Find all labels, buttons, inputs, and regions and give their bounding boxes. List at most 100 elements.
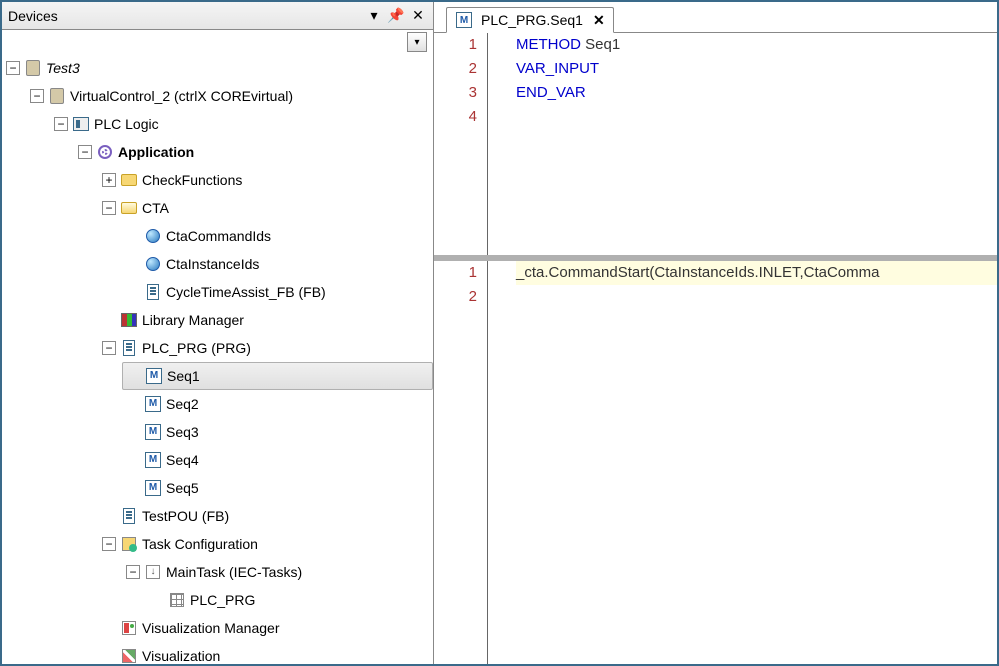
- panel-header: Devices ▾ 📌 ✕: [2, 2, 433, 30]
- tree-item[interactable]: − MainTask (IEC-Tasks): [122, 558, 433, 586]
- tree-item-label: CTA: [142, 194, 169, 222]
- gear-icon: [96, 143, 114, 161]
- tree-item[interactable]: − CTA: [98, 194, 433, 222]
- expander-icon[interactable]: −: [54, 117, 68, 131]
- tree-item[interactable]: − VirtualControl_2 (ctrlX COREvirtual): [26, 82, 433, 110]
- expander-icon: [126, 481, 140, 495]
- tree-item[interactable]: Library Manager: [98, 306, 433, 334]
- tree-item-label: PLC Logic: [94, 110, 159, 138]
- tree-item[interactable]: CtaCommandIds: [122, 222, 433, 250]
- tree-item[interactable]: CtaInstanceIds: [122, 250, 433, 278]
- tree-item[interactable]: − PLC_PRG (PRG): [98, 334, 433, 362]
- editor-declaration[interactable]: 1234 METHOD Seq1VAR_INPUTEND_VAR: [434, 33, 997, 261]
- tree-item[interactable]: Visualization: [98, 642, 433, 664]
- tree-item-label: Visualization Manager: [142, 614, 280, 642]
- doc-icon: [120, 339, 138, 357]
- tree-item[interactable]: MSeq4: [122, 446, 433, 474]
- panel-dropdown-icon[interactable]: ▾: [365, 7, 383, 25]
- tree-item-label: Seq1: [167, 362, 200, 390]
- globe-icon: [144, 255, 162, 273]
- plc-icon: [72, 115, 90, 133]
- gutter-top: 1234: [434, 33, 488, 255]
- taskitem-icon: [144, 563, 162, 581]
- tree-item-label: Task Configuration: [142, 530, 258, 558]
- doc-icon: [120, 507, 138, 525]
- expander-icon[interactable]: −: [102, 537, 116, 551]
- tree-topbar: ▾: [2, 30, 433, 54]
- globe-icon: [144, 227, 162, 245]
- devices-panel: Devices ▾ 📌 ✕ ▾ −Test3−VirtualControl_2 …: [2, 2, 434, 664]
- tree-item[interactable]: MSeq1: [122, 362, 433, 390]
- tree-item-label: PLC_PRG (PRG): [142, 334, 251, 362]
- tree-item[interactable]: CycleTimeAssist_FB (FB): [122, 278, 433, 306]
- tab-bar: M PLC_PRG.Seq1 ✕: [434, 2, 997, 32]
- task-icon: [120, 535, 138, 553]
- folder-icon: [120, 171, 138, 189]
- tree-item[interactable]: + CheckFunctions: [98, 166, 433, 194]
- expander-icon: [126, 397, 140, 411]
- tree-item[interactable]: − Test3: [2, 54, 433, 82]
- method-icon: M: [455, 11, 473, 29]
- tree-area: ▾ −Test3−VirtualControl_2 (ctrlX COREvir…: [2, 30, 433, 664]
- books-icon: [120, 311, 138, 329]
- tree-item[interactable]: MSeq3: [122, 418, 433, 446]
- panel-pin-icon[interactable]: 📌: [387, 7, 405, 25]
- tree-item[interactable]: − Task Configuration: [98, 530, 433, 558]
- device-icon: [48, 87, 66, 105]
- expander-icon[interactable]: −: [30, 89, 44, 103]
- expander-icon[interactable]: −: [102, 341, 116, 355]
- editor-pane: 1234 METHOD Seq1VAR_INPUTEND_VAR 12 _cta…: [434, 32, 997, 664]
- editor-body[interactable]: 12 _cta.CommandStart(CtaInstanceIds.INLE…: [434, 261, 997, 664]
- tree-item-label: Seq5: [166, 474, 199, 502]
- m-icon: M: [144, 479, 162, 497]
- device-icon: [24, 59, 42, 77]
- expander-icon: [102, 621, 116, 635]
- tree-item-label: CheckFunctions: [142, 166, 242, 194]
- grid-icon: [168, 591, 186, 609]
- tree-item-label: PLC_PRG: [190, 586, 255, 614]
- tab-close-icon[interactable]: ✕: [593, 12, 605, 29]
- tree-item[interactable]: TestPOU (FB): [98, 502, 433, 530]
- code-top[interactable]: METHOD Seq1VAR_INPUTEND_VAR: [488, 33, 997, 255]
- expander-icon[interactable]: −: [102, 201, 116, 215]
- tab-label: PLC_PRG.Seq1: [481, 12, 583, 28]
- tree-item[interactable]: − Application: [74, 138, 433, 166]
- tree-item-label: Seq3: [166, 418, 199, 446]
- tree-item[interactable]: PLC_PRG: [146, 586, 433, 614]
- tree-item-label: VirtualControl_2 (ctrlX COREvirtual): [70, 82, 293, 110]
- vism-icon: [120, 619, 138, 637]
- expander-icon: [102, 313, 116, 327]
- expander-icon[interactable]: −: [6, 61, 20, 75]
- panel-title: Devices: [8, 8, 361, 24]
- tree-item-label: Visualization: [142, 642, 220, 664]
- m-icon: M: [144, 423, 162, 441]
- tree-item[interactable]: − PLC Logic: [50, 110, 433, 138]
- device-tree[interactable]: −Test3−VirtualControl_2 (ctrlX COREvirtu…: [2, 54, 433, 664]
- doc-icon: [144, 283, 162, 301]
- tree-combo-button[interactable]: ▾: [407, 32, 427, 52]
- tree-item-label: Application: [118, 138, 194, 166]
- editor-panel: M PLC_PRG.Seq1 ✕ 1234 METHOD Seq1VAR_INP…: [434, 2, 997, 664]
- tree-item[interactable]: MSeq2: [122, 390, 433, 418]
- tree-item-label: TestPOU (FB): [142, 502, 229, 530]
- expander-icon: [150, 593, 164, 607]
- expander-icon: [102, 649, 116, 663]
- expander-icon: [102, 509, 116, 523]
- tree-item-label: CycleTimeAssist_FB (FB): [166, 278, 326, 306]
- tree-item-label: MainTask (IEC-Tasks): [166, 558, 302, 586]
- expander-icon[interactable]: −: [78, 145, 92, 159]
- panel-close-icon[interactable]: ✕: [409, 7, 427, 25]
- code-bottom[interactable]: _cta.CommandStart(CtaInstanceIds.INLET,C…: [488, 261, 997, 664]
- tree-item[interactable]: MSeq5: [122, 474, 433, 502]
- expander-icon: [126, 425, 140, 439]
- expander-icon[interactable]: −: [126, 565, 140, 579]
- expander-icon: [126, 285, 140, 299]
- tree-item-label: CtaCommandIds: [166, 222, 271, 250]
- expander-icon: [126, 453, 140, 467]
- expander-icon: +: [102, 173, 116, 187]
- m-icon: M: [144, 395, 162, 413]
- tree-item-label: Test3: [46, 54, 80, 82]
- tree-item[interactable]: Visualization Manager: [98, 614, 433, 642]
- expander-icon: [127, 369, 141, 383]
- tab-plc-prg-seq1[interactable]: M PLC_PRG.Seq1 ✕: [446, 7, 614, 33]
